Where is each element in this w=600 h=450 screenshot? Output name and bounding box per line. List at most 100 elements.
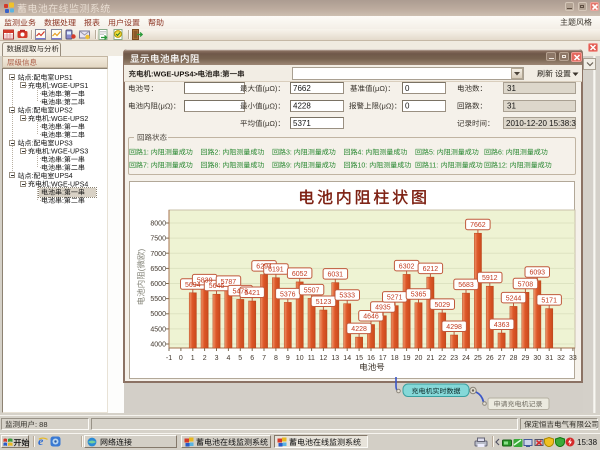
svg-text:7662: 7662 bbox=[293, 84, 311, 93]
svg-text::WGE-UPS4>: :WGE-UPS4> bbox=[151, 70, 199, 79]
svg-text:7500: 7500 bbox=[150, 236, 166, 243]
svg-text::: : bbox=[32, 75, 34, 82]
svg-text:4935: 4935 bbox=[375, 305, 391, 312]
svg-text:14: 14 bbox=[343, 355, 351, 362]
svg-text:27: 27 bbox=[498, 355, 506, 362]
svg-text:(μΩ): (μΩ) bbox=[379, 102, 394, 111]
svg-text:(: ( bbox=[136, 268, 146, 271]
svg-text::: : bbox=[32, 108, 34, 115]
svg-text:6031: 6031 bbox=[328, 272, 344, 279]
svg-text:11: 11 bbox=[308, 355, 315, 362]
svg-text:5500: 5500 bbox=[150, 296, 166, 303]
svg-text:5683: 5683 bbox=[458, 282, 474, 289]
svg-text:15:38: 15:38 bbox=[577, 438, 598, 447]
svg-text:31: 31 bbox=[507, 102, 516, 111]
svg-text:9:: 9: bbox=[286, 163, 292, 170]
svg-text:5:: 5: bbox=[429, 150, 435, 157]
svg-text:12: 12 bbox=[320, 355, 328, 362]
svg-text::WGE-UPS4: :WGE-UPS4 bbox=[49, 181, 88, 188]
svg-text:5: 5 bbox=[238, 355, 242, 362]
svg-text::: : bbox=[62, 165, 64, 172]
svg-text:6:: 6: bbox=[498, 150, 504, 157]
svg-text:31: 31 bbox=[507, 84, 516, 93]
svg-text::: : bbox=[62, 190, 64, 197]
svg-text::: : bbox=[32, 140, 34, 147]
svg-text:UPS1: UPS1 bbox=[54, 75, 72, 82]
svg-text:11:: 11: bbox=[429, 163, 438, 170]
svg-text:1: 1 bbox=[191, 355, 195, 362]
svg-text:10: 10 bbox=[296, 355, 304, 362]
svg-text::: : bbox=[62, 91, 64, 98]
svg-text::: : bbox=[220, 70, 223, 79]
svg-text:5244: 5244 bbox=[506, 295, 522, 302]
svg-text:: 88: : 88 bbox=[35, 420, 48, 429]
svg-text:26: 26 bbox=[486, 355, 494, 362]
svg-text:33: 33 bbox=[569, 355, 577, 362]
svg-text:4228: 4228 bbox=[293, 102, 311, 111]
svg-text:(μΩ): (μΩ) bbox=[158, 102, 173, 111]
svg-text:UPS3: UPS3 bbox=[54, 140, 72, 147]
svg-text:18: 18 bbox=[391, 355, 399, 362]
svg-text:UPS4: UPS4 bbox=[54, 173, 72, 180]
svg-text:5271: 5271 bbox=[387, 295, 403, 302]
svg-text:17: 17 bbox=[379, 355, 387, 362]
svg-text:5371: 5371 bbox=[293, 119, 311, 128]
svg-text::: : bbox=[62, 124, 64, 131]
svg-text:25: 25 bbox=[474, 355, 482, 362]
svg-text:10:: 10: bbox=[358, 163, 368, 170]
svg-text:28: 28 bbox=[510, 355, 518, 362]
svg-text:1:: 1: bbox=[143, 150, 149, 157]
svg-text:6000: 6000 bbox=[150, 281, 166, 288]
svg-text:5333: 5333 bbox=[339, 293, 355, 300]
svg-text::WGE-UPS3: :WGE-UPS3 bbox=[49, 149, 88, 156]
svg-text:6: 6 bbox=[250, 355, 254, 362]
svg-text:(μΩ): (μΩ) bbox=[263, 84, 278, 93]
svg-text:5708: 5708 bbox=[518, 281, 534, 288]
svg-text:29: 29 bbox=[522, 355, 530, 362]
svg-text:7:: 7: bbox=[143, 163, 149, 170]
svg-text:22: 22 bbox=[438, 355, 446, 362]
svg-text:20: 20 bbox=[415, 355, 423, 362]
svg-text:31: 31 bbox=[545, 355, 553, 362]
svg-text:19: 19 bbox=[403, 355, 411, 362]
svg-text:(μΩ): (μΩ) bbox=[373, 84, 388, 93]
svg-text:23: 23 bbox=[450, 355, 458, 362]
svg-text:4646: 4646 bbox=[363, 314, 379, 321]
svg-text:0: 0 bbox=[405, 84, 410, 93]
svg-text:4:: 4: bbox=[358, 150, 364, 157]
svg-text:5365: 5365 bbox=[411, 292, 427, 299]
svg-text::: : bbox=[62, 198, 64, 205]
svg-text:5123: 5123 bbox=[316, 299, 332, 306]
svg-text::: : bbox=[62, 132, 64, 139]
svg-text:2:: 2: bbox=[215, 150, 221, 157]
svg-text:4500: 4500 bbox=[150, 326, 166, 333]
svg-text:7: 7 bbox=[262, 355, 266, 362]
svg-text:13: 13 bbox=[331, 355, 339, 362]
svg-text:7000: 7000 bbox=[150, 251, 166, 258]
svg-text:2010-12-20 15:38:3: 2010-12-20 15:38:3 bbox=[506, 119, 576, 128]
svg-text:9: 9 bbox=[286, 355, 290, 362]
svg-text:5171: 5171 bbox=[541, 298, 557, 305]
svg-text:8:: 8: bbox=[215, 163, 221, 170]
svg-text:6093: 6093 bbox=[530, 270, 546, 277]
svg-text:6052: 6052 bbox=[292, 271, 308, 278]
svg-text:5376: 5376 bbox=[280, 291, 296, 298]
svg-text::: : bbox=[32, 173, 34, 180]
svg-text:(μΩ): (μΩ) bbox=[263, 102, 278, 111]
svg-text:32: 32 bbox=[557, 355, 565, 362]
svg-text:6212: 6212 bbox=[423, 266, 439, 273]
svg-text::WGE-UPS2: :WGE-UPS2 bbox=[49, 116, 88, 123]
svg-text::: : bbox=[62, 99, 64, 106]
svg-text:6191: 6191 bbox=[268, 267, 284, 274]
svg-text:30: 30 bbox=[533, 355, 541, 362]
svg-text:): ) bbox=[136, 249, 146, 252]
svg-text:7662: 7662 bbox=[470, 222, 486, 229]
svg-text:4228: 4228 bbox=[351, 326, 367, 333]
svg-text:4: 4 bbox=[227, 355, 231, 362]
svg-text:5029: 5029 bbox=[435, 302, 451, 309]
svg-text:4363: 4363 bbox=[494, 322, 510, 329]
svg-text::WGE-UPS1: :WGE-UPS1 bbox=[49, 83, 88, 90]
svg-text:21: 21 bbox=[427, 355, 435, 362]
svg-text:UPS2: UPS2 bbox=[54, 108, 72, 115]
svg-text:4000: 4000 bbox=[150, 342, 166, 349]
